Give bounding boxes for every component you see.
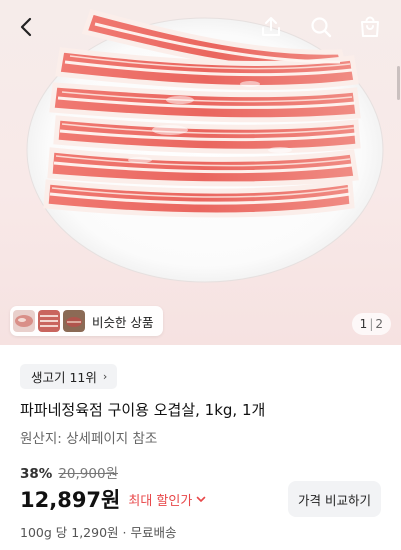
discount-rate: 38%: [20, 466, 53, 482]
separator-dot: ·: [118, 525, 131, 540]
similar-products-label: 비슷한 상품: [92, 314, 154, 330]
share-icon: [262, 17, 280, 36]
similar-thumb-3: [63, 310, 85, 332]
max-discount-label: 최대 할인가: [128, 493, 193, 509]
scroll-indicator: [397, 66, 400, 100]
category-rank-chip[interactable]: 생고기 11위 ›: [20, 364, 118, 389]
back-icon: [20, 17, 32, 37]
product-title: 파파네정육점 구이용 오겹살, 1kg, 1개: [20, 401, 266, 419]
price-row: 12,897원 최대 할인가: [20, 484, 207, 514]
similar-thumb-2: [38, 310, 60, 332]
chevron-right-icon: ›: [102, 370, 108, 383]
top-navigation-bar: [0, 0, 401, 56]
unit-price: 100g 당 1,290원: [20, 525, 119, 540]
rank-label: 생고기 11위: [31, 370, 97, 385]
shipping-info: 무료배송: [130, 525, 177, 540]
chevron-down-icon: [196, 496, 206, 502]
current-page: 1: [359, 317, 368, 331]
product-image-gallery[interactable]: 비슷한 상품 1 | 2: [0, 0, 401, 345]
image-page-indicator: 1 | 2: [351, 313, 391, 335]
cart-button[interactable]: [351, 8, 389, 46]
original-price: 20,900원: [58, 466, 118, 482]
sale-price: 12,897원: [20, 488, 121, 512]
page-separator: |: [369, 317, 374, 331]
search-icon: [311, 17, 332, 38]
product-origin: 원산지: 상세페이지 참조: [20, 431, 158, 447]
unit-price-shipping-row: 100g 당 1,290원 · 무료배송: [20, 522, 176, 541]
cart-icon: [361, 16, 379, 37]
back-button[interactable]: [8, 8, 46, 46]
discount-row: 38% 20,900원: [20, 462, 118, 482]
search-button[interactable]: [302, 8, 340, 46]
share-button[interactable]: [252, 8, 290, 46]
compare-price-button[interactable]: 가격 비교하기: [288, 481, 381, 517]
similar-thumb-1: [13, 310, 35, 332]
total-pages: 2: [375, 317, 383, 331]
max-discount-toggle[interactable]: 최대 할인가: [128, 490, 207, 509]
similar-products-button[interactable]: 비슷한 상품: [10, 306, 164, 336]
